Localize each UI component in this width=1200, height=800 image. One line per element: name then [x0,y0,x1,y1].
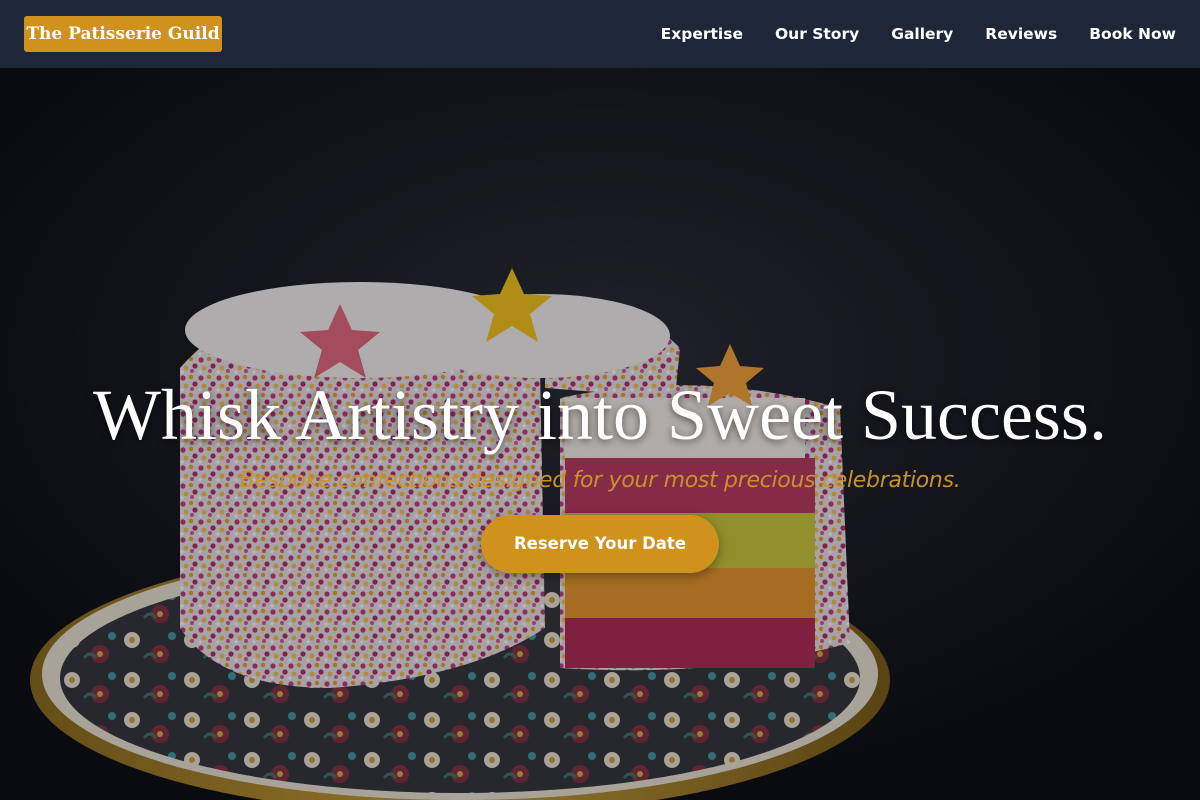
hero-headline: Whisk Artistry into Sweet Success. [93,375,1107,455]
top-navbar: The Patisserie Guild Expertise Our Story… [0,0,1200,68]
nav-link-expertise[interactable]: Expertise [661,25,743,43]
nav-link-gallery[interactable]: Gallery [891,25,953,43]
nav-link-book-now[interactable]: Book Now [1089,25,1176,43]
nav-link-our-story[interactable]: Our Story [775,25,859,43]
reserve-date-button[interactable]: Reserve Your Date [481,515,719,573]
brand-logo[interactable]: The Patisserie Guild [24,16,222,52]
hero-section: Whisk Artistry into Sweet Success. Bespo… [0,68,1200,800]
main-nav: Expertise Our Story Gallery Reviews Book… [661,0,1176,68]
hero-subheadline: Bespoke confections designed for your mo… [239,468,961,493]
nav-link-reviews[interactable]: Reviews [985,25,1057,43]
